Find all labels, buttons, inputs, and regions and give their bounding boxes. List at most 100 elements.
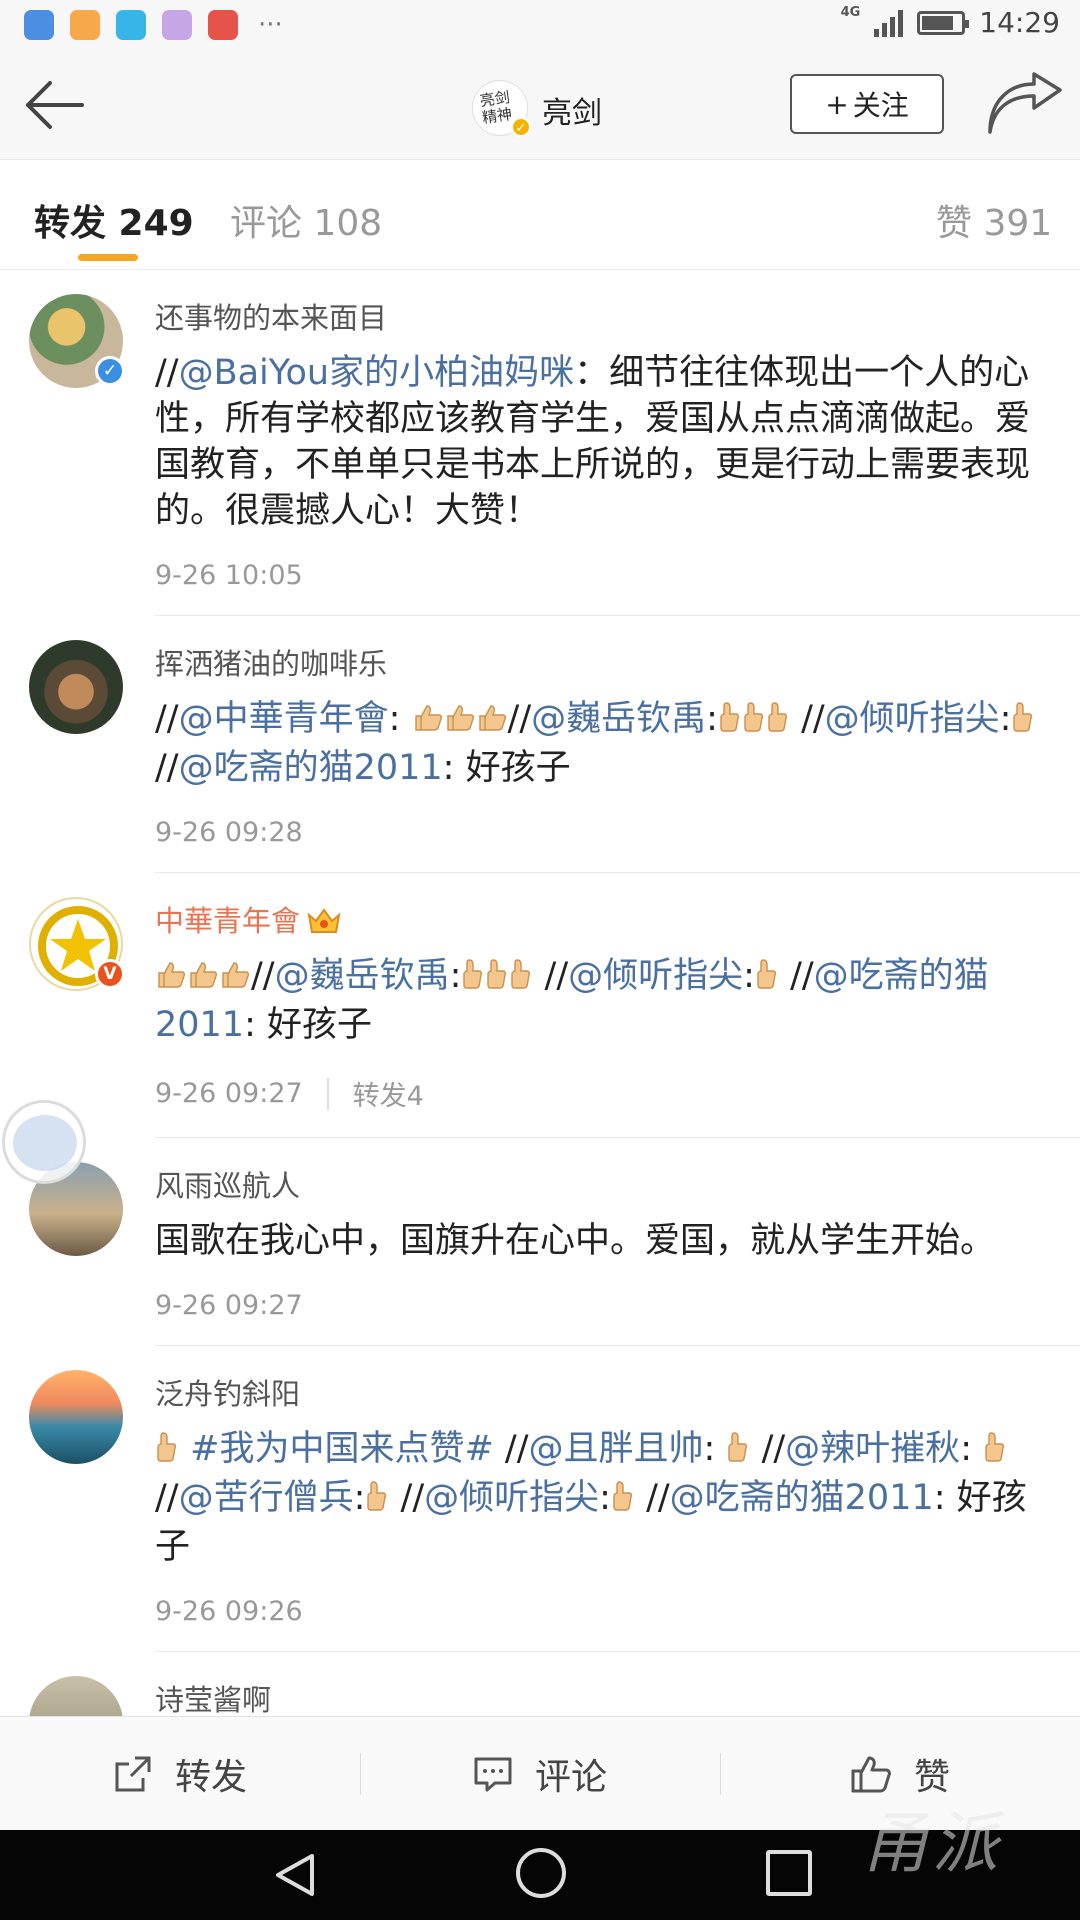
follow-label: 关注 bbox=[852, 89, 909, 122]
thumbs-up-icon bbox=[156, 956, 186, 1002]
repost-item[interactable]: 泛舟钓斜阳 #我为中国来点赞# //@且胖且帅: //@辣叶摧秋: //@苦行僧… bbox=[29, 1346, 1080, 1652]
mention-link[interactable]: @倾听指尖 bbox=[825, 699, 1000, 739]
repost-meta: 9-26 09:28 bbox=[155, 817, 1044, 848]
comment-button[interactable]: 评论 bbox=[360, 1717, 720, 1830]
user-avatar[interactable] bbox=[29, 640, 123, 734]
hashtag-link[interactable]: #我为中国来点赞# bbox=[190, 1429, 494, 1469]
app-header: 亮剑 精神 ✓ 亮剑 + 关注 bbox=[0, 50, 1080, 160]
status-bar: ··· 4G 14:29 bbox=[0, 0, 1080, 50]
text-segment: : bbox=[743, 956, 755, 996]
repost-text: //@巍岳钦禹: //@倾听指尖: //@吃斋的猫2011: 好孩子 bbox=[155, 953, 1044, 1048]
timestamp: 9-26 10:05 bbox=[155, 560, 303, 591]
username[interactable]: 诗莹酱啊 bbox=[155, 1682, 1044, 1716]
system-home-icon[interactable] bbox=[516, 1848, 566, 1898]
avatar-calligraphy: 亮剑 精神 bbox=[478, 88, 514, 127]
username-text[interactable]: 中華青年會 bbox=[155, 904, 300, 938]
text-segment: // bbox=[778, 956, 814, 996]
mention-link[interactable]: @苦行僧兵 bbox=[179, 1478, 354, 1518]
thumbs-up-icon bbox=[445, 699, 475, 745]
username[interactable]: 还事物的本来面目 bbox=[155, 300, 1044, 336]
tab-repost[interactable]: 转发 249 bbox=[34, 194, 194, 246]
text-segment: // bbox=[634, 1478, 670, 1518]
comment-label: 评论 bbox=[534, 1756, 607, 1798]
app-notification-icon bbox=[116, 10, 146, 40]
back-arrow-icon[interactable] bbox=[22, 78, 86, 132]
user-avatar[interactable] bbox=[29, 1676, 123, 1716]
thumbs-up-small-icon bbox=[612, 1478, 634, 1524]
text-segment: : bbox=[706, 699, 718, 739]
text-segment: // bbox=[507, 699, 532, 739]
follow-button[interactable]: + 关注 bbox=[790, 74, 944, 134]
app-notification-icon bbox=[24, 10, 54, 40]
plus-icon: + bbox=[825, 87, 849, 121]
username-text[interactable]: 诗莹酱啊 bbox=[155, 1683, 271, 1716]
tab-like[interactable]: 赞 391 bbox=[936, 194, 1052, 246]
repost-item[interactable]: 诗莹酱啊 bbox=[29, 1652, 1080, 1716]
username-text[interactable]: 还事物的本来面目 bbox=[155, 301, 387, 335]
repost-item[interactable]: 风雨巡航人 国歌在我心中，国旗升在心中。爱国，就从学生开始。 9-26 09:27 bbox=[29, 1138, 1080, 1346]
thumbs-up-icon bbox=[413, 699, 443, 745]
thumbs-up-small-icon bbox=[366, 1478, 388, 1524]
mention-link[interactable]: @BaiYou家的小柏油妈咪 bbox=[179, 353, 575, 393]
username-text[interactable]: 泛舟钓斜阳 bbox=[155, 1377, 300, 1411]
thumbs-up-small-icon bbox=[719, 699, 741, 745]
app-notification-icon bbox=[162, 10, 192, 40]
thumbs-up-icon bbox=[188, 956, 218, 1002]
text-segment: : bbox=[703, 1429, 727, 1469]
tab-comment[interactable]: 评论 108 bbox=[230, 194, 382, 246]
mention-link[interactable]: @巍岳钦禹 bbox=[531, 699, 706, 739]
user-avatar[interactable] bbox=[29, 1370, 123, 1464]
repost-item[interactable]: ✓ 还事物的本来面目 //@BaiYou家的小柏油妈咪：细节往往体现出一个人的心性，… bbox=[29, 270, 1080, 616]
repost-list[interactable]: ✓ 还事物的本来面目 //@BaiYou家的小柏油妈咪：细节往往体现出一个人的心性，… bbox=[0, 270, 1080, 1716]
app-notification-icon bbox=[208, 10, 238, 40]
thumbs-up-small-icon bbox=[510, 956, 532, 1002]
account-name[interactable]: 亮剑 bbox=[542, 88, 602, 132]
timestamp: 9-26 09:27 bbox=[155, 1078, 303, 1109]
username-text[interactable]: 风雨巡航人 bbox=[155, 1169, 300, 1203]
mention-link[interactable]: @倾听指尖 bbox=[424, 1478, 599, 1518]
system-back-icon[interactable] bbox=[270, 1850, 320, 1900]
signal-icon bbox=[874, 9, 904, 37]
system-recents-icon[interactable] bbox=[766, 1850, 812, 1896]
timestamp: 9-26 09:26 bbox=[155, 1596, 303, 1627]
username[interactable]: 挥洒猪油的咖啡乐 bbox=[155, 646, 1044, 682]
text-segment: : bbox=[388, 699, 412, 739]
mention-link[interactable]: @巍岳钦禹 bbox=[275, 956, 450, 996]
mention-link[interactable]: @辣叶摧秋 bbox=[785, 1429, 960, 1469]
text-segment bbox=[179, 1429, 190, 1469]
username[interactable]: 中華青年會 bbox=[155, 903, 1044, 939]
mention-link[interactable]: @中華青年會 bbox=[179, 699, 389, 739]
mention-link[interactable]: @吃斋的猫2011 bbox=[670, 1478, 934, 1518]
text-segment: // bbox=[155, 699, 179, 739]
share-arrow-icon[interactable] bbox=[984, 72, 1064, 138]
repost-item[interactable]: V 中華青年會 //@巍岳钦禹: //@倾听指尖: //@吃斋的猫2011: 好孩子… bbox=[29, 873, 1080, 1138]
username[interactable]: 风雨巡航人 bbox=[155, 1168, 1044, 1204]
repost-count[interactable]: 转发4 bbox=[353, 1074, 424, 1113]
mention-link[interactable]: @吃斋的猫2011 bbox=[179, 748, 443, 788]
repost-button[interactable]: 转发 bbox=[0, 1717, 360, 1830]
repost-meta: 9-26 09:27 bbox=[155, 1290, 1044, 1321]
repost-text: //@BaiYou家的小柏油妈咪：细节往往体现出一个人的心性，所有学校都应该教育… bbox=[155, 350, 1044, 534]
vip-crown-icon bbox=[306, 907, 342, 935]
text-segment: : bbox=[599, 1478, 611, 1518]
thumbs-up-small-icon bbox=[727, 1429, 749, 1475]
battery-icon bbox=[917, 10, 970, 35]
watermark-logo: 甬派 bbox=[862, 1805, 1002, 1882]
text-segment: // bbox=[493, 1429, 529, 1469]
account-avatar[interactable]: 亮剑 精神 ✓ bbox=[472, 80, 531, 137]
repost-item[interactable]: 挥洒猪油的咖啡乐//@中華青年會: //@巍岳钦禹: //@倾听指尖: //@吃… bbox=[29, 616, 1080, 873]
thumbs-up-small-icon bbox=[767, 699, 789, 745]
repost-meta: 9-26 09:27 转发4 bbox=[155, 1074, 1044, 1113]
thumbs-up-small-icon bbox=[756, 956, 778, 1002]
mention-link[interactable]: @倾听指尖 bbox=[568, 956, 743, 996]
scroll-handle[interactable] bbox=[2, 1100, 86, 1184]
mention-link[interactable]: @且胖且帅 bbox=[529, 1429, 704, 1469]
user-avatar[interactable]: V bbox=[29, 897, 125, 991]
username-text[interactable]: 挥洒猪油的咖啡乐 bbox=[155, 647, 387, 681]
repost-text: #我为中国来点赞# //@且胖且帅: //@辣叶摧秋: //@苦行僧兵: //@… bbox=[155, 1426, 1044, 1570]
user-avatar[interactable]: ✓ bbox=[29, 294, 125, 388]
username[interactable]: 泛舟钓斜阳 bbox=[155, 1376, 1044, 1412]
repost-meta: 9-26 10:05 bbox=[155, 560, 1044, 591]
thumbs-up-small-icon bbox=[743, 699, 765, 745]
timestamp: 9-26 09:28 bbox=[155, 817, 303, 848]
